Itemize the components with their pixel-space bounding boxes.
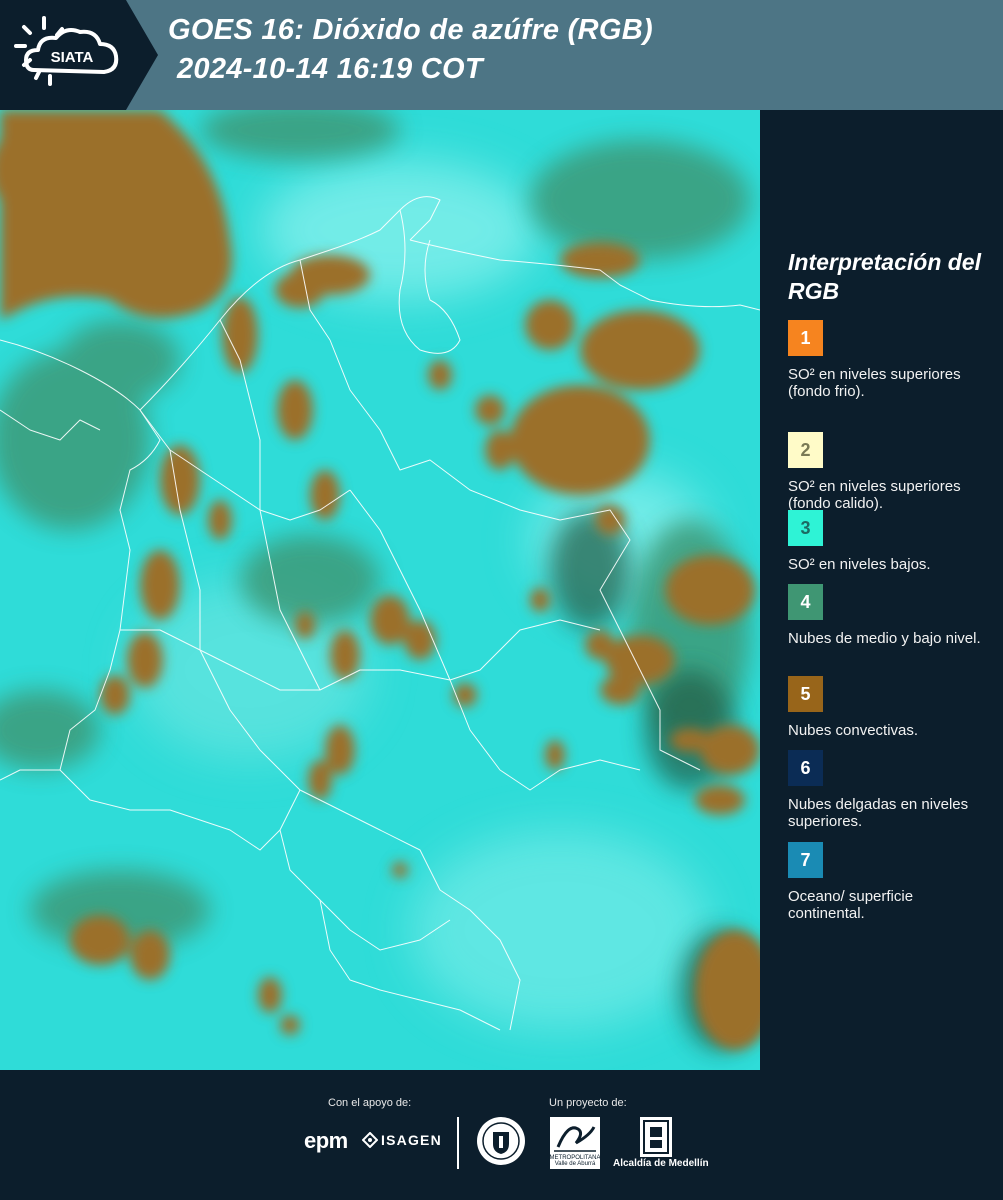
epm-logo[interactable]: epm <box>304 1128 348 1154</box>
isagen-logo[interactable]: ISAGEN <box>362 1132 442 1148</box>
area-caption: METROPOLITANA Valle de Aburrá <box>549 1155 601 1167</box>
siata-logo-icon: SIATA <box>0 0 158 110</box>
legend-swatch: 3 <box>788 510 823 546</box>
isagen-mark-icon <box>362 1132 378 1148</box>
legend-item-2: 2 SO² en niveles superiores (fondo calido… <box>788 432 993 512</box>
project-label: Un proyecto de: <box>549 1097 627 1109</box>
legend-swatch: 6 <box>788 750 823 786</box>
alcaldia-label: Alcaldía de Medellín <box>613 1158 709 1169</box>
legend-label: SO² en niveles superiores (fondo frio). <box>788 366 961 400</box>
legend-item-5: 5 Nubes convectivas. <box>788 676 993 739</box>
footer-divider <box>457 1117 459 1169</box>
legend-title: Interpretación del RGB <box>788 249 981 304</box>
legend-item-1: 1 SO² en niveles superiores (fondo frio). <box>788 320 993 400</box>
medellin-seal-logo[interactable] <box>476 1116 526 1166</box>
legend-panel: Interpretación del RGB 1 SO² en niveles s… <box>760 110 1003 1070</box>
alcaldia-shield-icon <box>643 1120 669 1154</box>
legend-swatch: 5 <box>788 676 823 712</box>
legend-label: Oceano/ superficie continental. <box>788 888 914 922</box>
legend-swatch: 7 <box>788 842 823 878</box>
legend-swatch: 4 <box>788 584 823 620</box>
seal-icon <box>477 1117 525 1165</box>
legend-label: Nubes de medio y bajo nivel. <box>788 630 981 647</box>
isagen-text: ISAGEN <box>381 1132 442 1148</box>
legend-swatch: 1 <box>788 320 823 356</box>
siata-logo-text: SIATA <box>51 49 94 66</box>
siata-logo[interactable]: SIATA <box>0 0 158 110</box>
legend-swatch: 2 <box>788 432 823 468</box>
area-mark-icon <box>554 1126 596 1152</box>
legend-item-3: 3 SO² en niveles bajos. <box>788 510 993 573</box>
header-bar: SIATA GOES 16: Dióxido de azúfre (RGB) 2… <box>0 0 1003 110</box>
legend-item-4: 4 Nubes de medio y bajo nivel. <box>788 584 993 647</box>
alcaldia-logo[interactable] <box>640 1117 672 1157</box>
map-canvas <box>0 110 760 1070</box>
support-label: Con el apoyo de: <box>328 1097 412 1109</box>
legend-label: Nubes convectivas. <box>788 722 919 739</box>
satellite-map[interactable] <box>0 110 760 1070</box>
legend-label: Nubes delgadas en niveles superiores. <box>788 796 969 830</box>
legend-label: SO² en niveles bajos. <box>788 556 931 573</box>
legend-item-7: 7 Oceano/ superficie continental. <box>788 842 993 922</box>
page-timestamp: 2024-10-14 16:19 COT <box>177 53 483 85</box>
footer-bar: Con el apoyo de: epm ISAGEN Un proyecto … <box>0 1070 1003 1200</box>
legend-label: SO² en niveles superiores (fondo calido)… <box>788 478 961 512</box>
legend-item-6: 6 Nubes delgadas en niveles superiores. <box>788 750 993 830</box>
page-title: GOES 16: Dióxido de azúfre (RGB) <box>168 14 653 46</box>
